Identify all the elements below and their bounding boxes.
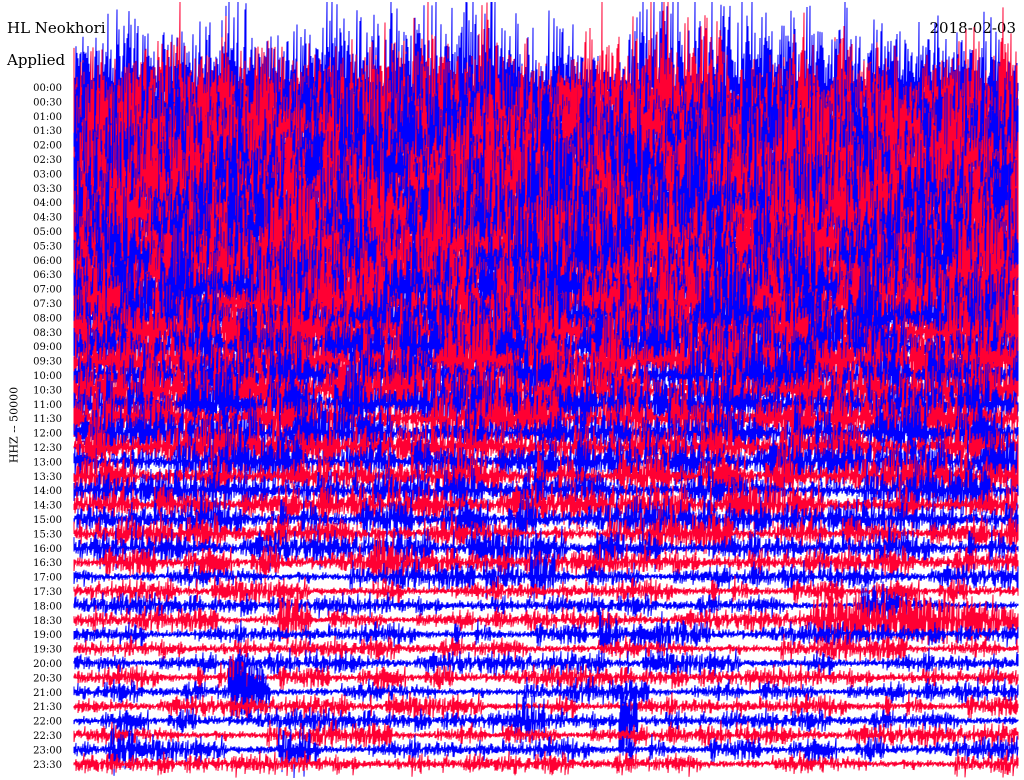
time-label: 14:00	[33, 486, 62, 497]
time-label: 19:00	[33, 630, 62, 641]
time-label: 20:00	[33, 659, 62, 670]
time-label: 16:00	[33, 544, 62, 555]
time-label: 07:30	[33, 299, 62, 310]
time-label: 23:30	[33, 760, 62, 771]
time-label: 03:30	[33, 184, 62, 195]
time-label: 01:30	[33, 126, 62, 137]
time-label: 16:30	[33, 558, 62, 569]
time-label: 17:30	[33, 587, 62, 598]
time-label: 09:00	[33, 342, 62, 353]
time-label: 14:30	[33, 501, 62, 512]
time-label: 22:30	[33, 731, 62, 742]
time-label: 13:00	[33, 457, 62, 468]
time-label: 04:30	[33, 213, 62, 224]
time-label: 13:30	[33, 472, 62, 483]
time-label: 19:30	[33, 645, 62, 656]
time-label: 06:00	[33, 256, 62, 267]
time-label: 10:30	[33, 385, 62, 396]
time-label: 17:00	[33, 573, 62, 584]
trace-2330	[73, 748, 1019, 778]
time-label: 06:30	[33, 270, 62, 281]
seismic-traces	[73, 1, 1019, 779]
time-label: 18:00	[33, 601, 62, 612]
time-label: 08:00	[33, 313, 62, 324]
time-label: 15:00	[33, 515, 62, 526]
time-label: 03:00	[33, 169, 62, 180]
time-label: 21:30	[33, 702, 62, 713]
time-label: 01:00	[33, 112, 62, 123]
time-label: 21:00	[33, 688, 62, 699]
time-label: 12:30	[33, 443, 62, 454]
time-label: 08:30	[33, 328, 62, 339]
time-label: 05:00	[33, 227, 62, 238]
time-label: 22:00	[33, 717, 62, 728]
time-label: 18:30	[33, 616, 62, 627]
time-labels: 00:00 00:30 01:00 01:30 02:00 02:30 03:00 03:30…	[33, 83, 62, 771]
time-label: 02:30	[33, 155, 62, 166]
time-label: 04:00	[33, 198, 62, 209]
time-label: 09:30	[33, 357, 62, 368]
time-label: 20:30	[33, 673, 62, 684]
time-label: 05:30	[33, 241, 62, 252]
time-label: 00:30	[33, 97, 62, 108]
time-label: 07:00	[33, 285, 62, 296]
time-label: 12:00	[33, 429, 62, 440]
time-label: 02:00	[33, 141, 62, 152]
time-label: 15:30	[33, 529, 62, 540]
time-label: 23:00	[33, 745, 62, 756]
helicorder-plot: 00:00 00:30 01:00 01:30 02:00 02:30 03:00 03:30…	[33, 1, 1019, 779]
time-label: 11:30	[33, 414, 62, 425]
time-label: 10:00	[33, 371, 62, 382]
time-label: 00:00	[33, 83, 62, 94]
time-label: 11:00	[33, 400, 62, 411]
